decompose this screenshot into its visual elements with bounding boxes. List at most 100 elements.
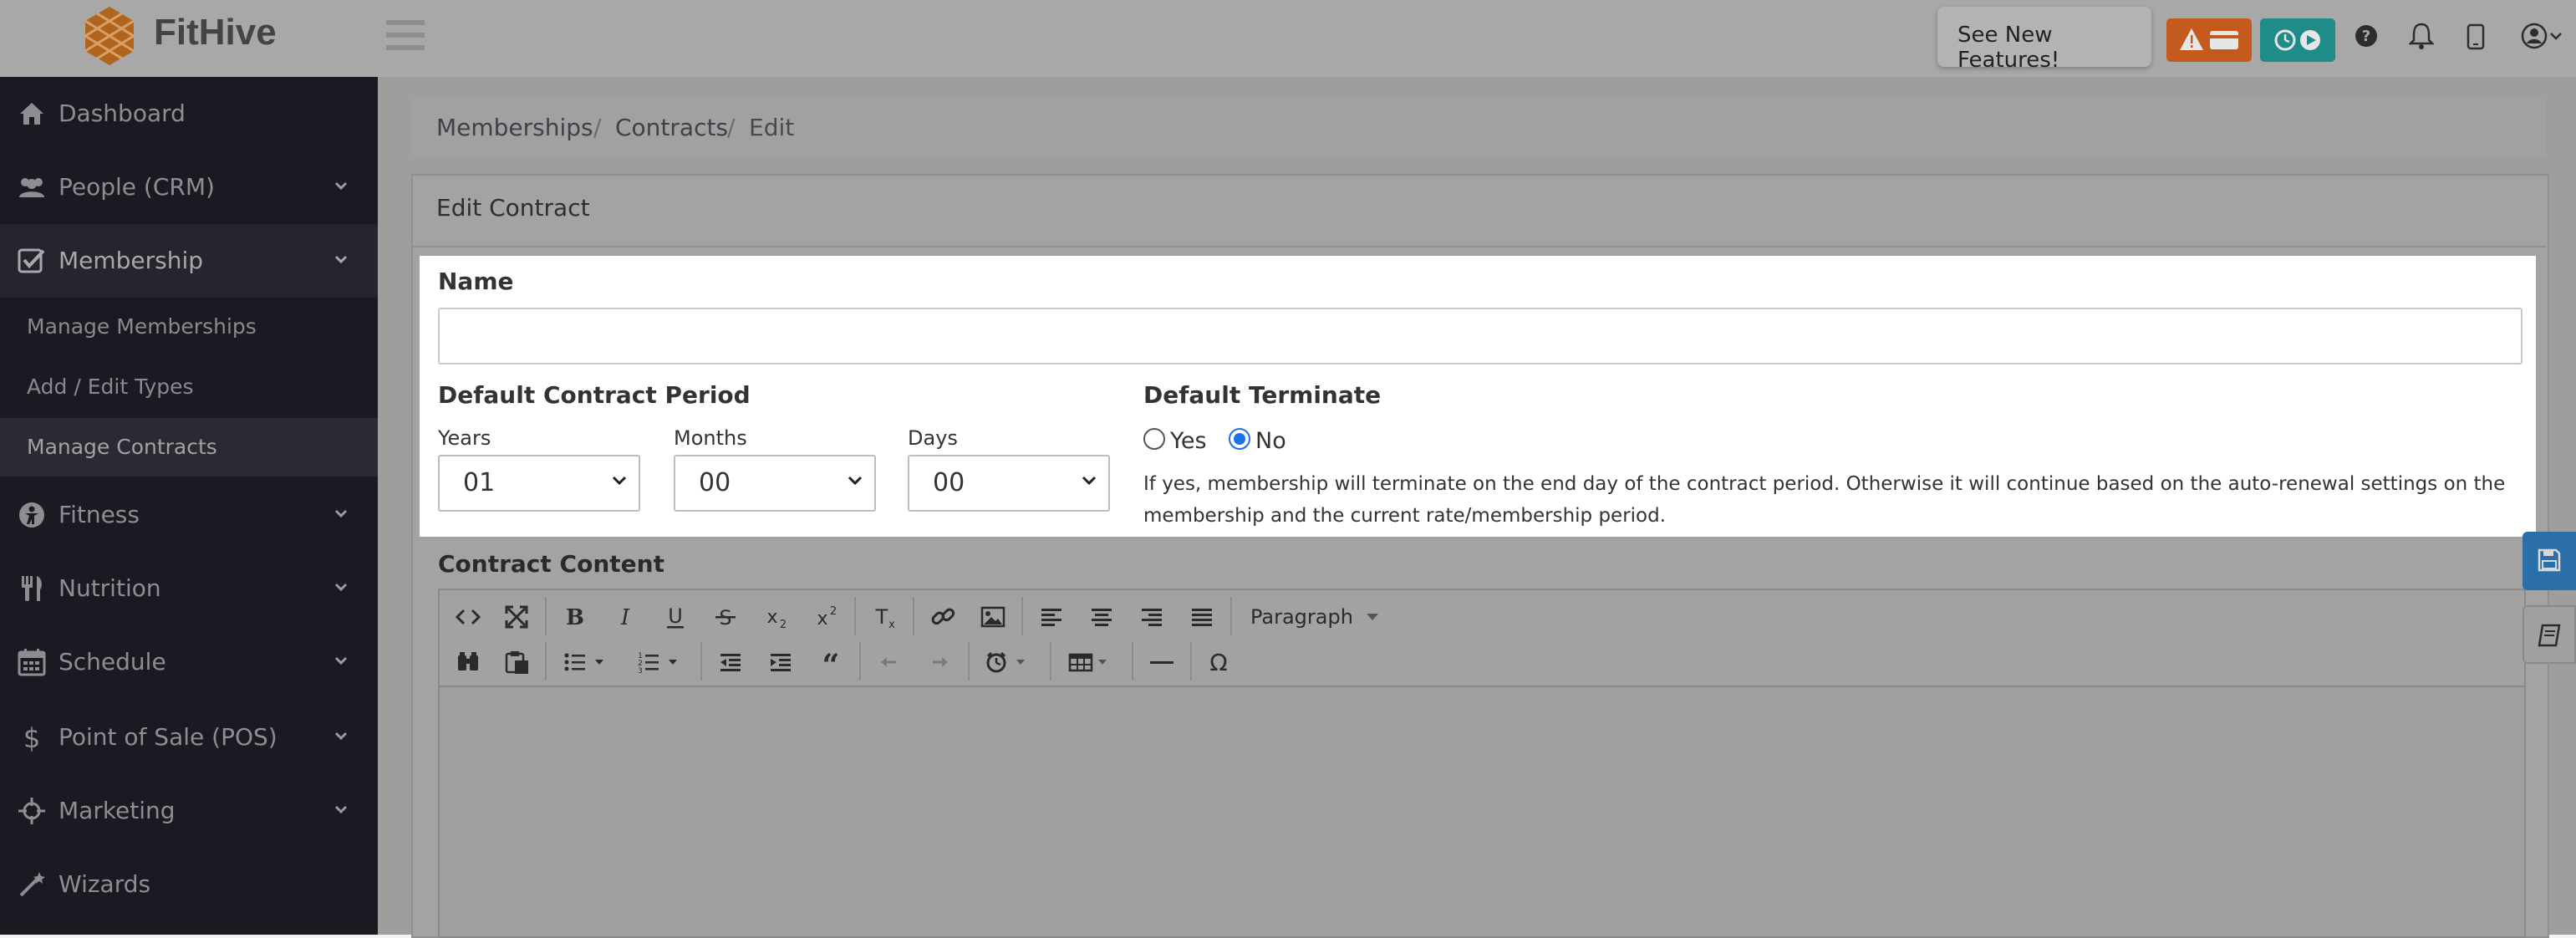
sidebar-item-point-of-sale[interactable]: $ Point of Sale (POS)	[0, 701, 378, 774]
toolbar-divider	[1021, 597, 1023, 635]
years-select[interactable]: 01	[438, 455, 640, 512]
redo-button[interactable]	[921, 644, 958, 681]
bold-icon: B	[566, 605, 584, 630]
toolbar-divider	[1190, 642, 1192, 681]
bell-icon[interactable]	[2407, 22, 2436, 50]
undo-button[interactable]	[871, 644, 908, 681]
sidebar-item-label: Wizards	[59, 870, 151, 898]
indent-button[interactable]	[762, 644, 799, 681]
months-select[interactable]: 00	[674, 455, 876, 512]
sidebar-subitem-manage-contracts[interactable]: Manage Contracts	[0, 418, 378, 477]
svg-text:Ω: Ω	[1209, 649, 1227, 676]
see-new-features-button[interactable]: See New Features!	[1937, 7, 2151, 73]
name-label: Name	[438, 268, 514, 295]
calendar-icon	[18, 649, 46, 676]
subscript-button[interactable]: x2	[757, 599, 794, 635]
insert-datetime-button[interactable]	[980, 644, 1035, 681]
sidebar-item-dashboard[interactable]: Dashboard	[0, 77, 378, 150]
days-select[interactable]: 00	[908, 455, 1110, 512]
magic-wand-icon	[19, 872, 45, 897]
sidebar-item-label: Point of Sale (POS)	[59, 723, 277, 751]
blockquote-button[interactable]: “	[812, 644, 849, 683]
outdent-button[interactable]	[712, 644, 749, 681]
sidebar-item-nutrition[interactable]: Nutrition	[0, 552, 378, 625]
bold-button[interactable]: B	[557, 599, 593, 635]
name-input[interactable]	[438, 308, 2523, 364]
insert-image-button[interactable]	[975, 599, 1011, 635]
contract-settings-section: Name Default Contract Period Years 01 Mo…	[420, 256, 2536, 537]
help-icon[interactable]: ?	[2354, 23, 2379, 48]
bullet-list-button[interactable]	[557, 644, 612, 681]
italic-button[interactable]: I	[607, 599, 644, 635]
brand-name: FitHive	[154, 12, 277, 53]
hamburger-menu-icon[interactable]	[386, 18, 425, 52]
sidebar-item-fitness[interactable]: Fitness	[0, 478, 378, 552]
sidebar-subitem-add-edit-types[interactable]: Add / Edit Types	[0, 358, 378, 416]
terminate-no-label[interactable]: No	[1255, 428, 1286, 454]
terminate-no-radio[interactable]	[1229, 428, 1250, 450]
align-center-button[interactable]	[1083, 599, 1120, 635]
align-left-button[interactable]	[1033, 599, 1070, 635]
omega-icon: Ω	[1209, 649, 1227, 676]
undo-icon	[881, 657, 896, 667]
superscript-button[interactable]: x2	[807, 599, 844, 635]
alert-billing-button[interactable]	[2166, 18, 2252, 62]
strikethrough-icon: S	[715, 606, 736, 630]
editor-content-area[interactable]	[440, 687, 2524, 936]
image-icon	[980, 606, 1005, 628]
find-replace-button[interactable]	[450, 644, 486, 681]
indent-icon	[771, 654, 791, 671]
sidebar-item-people-crm[interactable]: People (CRM)	[0, 150, 378, 224]
terminate-yes-label[interactable]: Yes	[1170, 428, 1207, 454]
guide-side-tab[interactable]	[2523, 605, 2576, 664]
panel-title: Edit Contract	[436, 194, 590, 222]
sidebar: Dashboard People (CRM) Membership Manage…	[0, 77, 378, 935]
paragraph-format-select[interactable]: Paragraph	[1242, 599, 1392, 635]
svg-text:x: x	[817, 609, 827, 630]
breadcrumb-memberships[interactable]: Memberships	[436, 114, 593, 141]
special-character-button[interactable]: Ω	[1200, 644, 1237, 681]
sidebar-item-schedule[interactable]: Schedule	[0, 625, 378, 699]
insert-table-button[interactable]	[1061, 644, 1117, 681]
underline-button[interactable]: U	[657, 599, 694, 635]
panel-header: Edit Contract	[411, 174, 2546, 247]
timer-play-button[interactable]	[2260, 18, 2335, 62]
svg-text:B: B	[566, 605, 584, 630]
strikethrough-button[interactable]: S	[707, 599, 744, 635]
chevron-down-icon	[612, 476, 627, 486]
insert-link-button[interactable]	[924, 599, 961, 635]
source-code-button[interactable]	[450, 599, 486, 635]
user-account-icon[interactable]	[2521, 22, 2564, 50]
breadcrumb-contracts[interactable]: Contracts	[615, 114, 728, 141]
sidebar-item-label: Dashboard	[59, 99, 186, 127]
clear-formatting-button[interactable]: Tx	[866, 599, 903, 635]
sidebar-item-wizards[interactable]: Wizards	[0, 848, 378, 921]
months-select-value: 00	[699, 468, 731, 497]
brand-logo[interactable]	[80, 5, 139, 67]
paste-text-button[interactable]	[498, 644, 535, 681]
justify-button[interactable]	[1184, 599, 1220, 635]
chevron-down-icon	[334, 805, 348, 814]
align-right-button[interactable]	[1133, 599, 1170, 635]
chevron-down-icon	[334, 509, 348, 518]
horizontal-rule-button[interactable]	[1143, 644, 1180, 681]
fullscreen-button[interactable]	[498, 599, 535, 635]
top-bar: FitHive See New Features! ?	[0, 0, 2576, 77]
years-select-value: 01	[463, 468, 496, 497]
toolbar-divider	[1230, 597, 1232, 635]
sidebar-item-marketing[interactable]: Marketing	[0, 774, 378, 848]
sidebar-subitem-manage-memberships[interactable]: Manage Memberships	[0, 298, 378, 356]
numbered-list-button[interactable]: 123	[630, 644, 685, 681]
align-right-icon	[1142, 609, 1162, 626]
users-icon	[19, 178, 44, 197]
sidebar-item-membership[interactable]: Membership	[0, 224, 378, 298]
years-label: Years	[438, 426, 491, 450]
outdent-icon	[720, 654, 741, 671]
mobile-device-icon[interactable]	[2466, 23, 2486, 50]
chevron-down-icon	[1082, 476, 1097, 486]
italic-icon: I	[620, 605, 630, 630]
save-side-tab[interactable]	[2523, 532, 2576, 590]
chevron-down-icon	[334, 732, 348, 741]
breadcrumb-separator: /	[593, 114, 602, 141]
terminate-yes-radio[interactable]	[1143, 428, 1165, 450]
